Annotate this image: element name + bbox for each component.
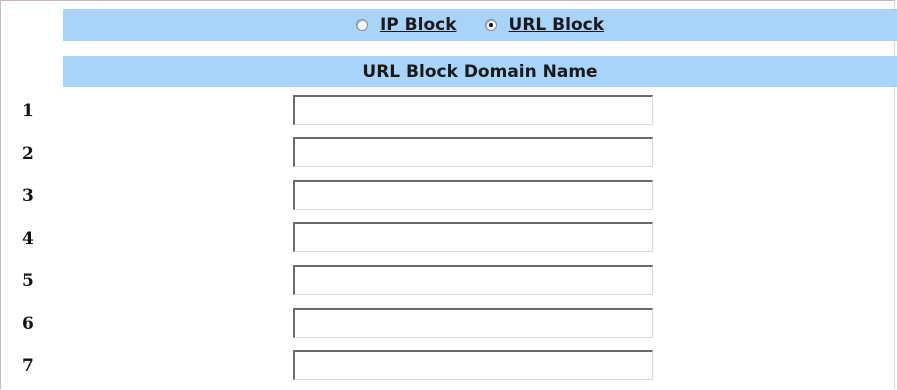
domain-name-input-5[interactable] xyxy=(293,265,653,295)
row-number: 6 xyxy=(22,314,34,334)
ip-block-radio[interactable] xyxy=(355,19,368,31)
domain-name-input-3[interactable] xyxy=(293,180,653,210)
row-number: 2 xyxy=(22,144,34,164)
row-number: 1 xyxy=(22,101,34,121)
domain-name-input-4[interactable] xyxy=(293,222,653,252)
url-block-option[interactable]: URL Block xyxy=(484,15,605,35)
row-number: 3 xyxy=(22,186,34,206)
domain-name-input-1[interactable] xyxy=(293,95,653,125)
row-number: 4 xyxy=(22,229,34,249)
row-number: 5 xyxy=(22,271,34,291)
block-type-bar: IP Block URL Block xyxy=(63,9,897,41)
table-header: URL Block Domain Name xyxy=(63,56,897,87)
domain-name-input-2[interactable] xyxy=(293,137,653,167)
row-number: 7 xyxy=(22,356,34,376)
url-block-label[interactable]: URL Block xyxy=(509,15,605,35)
domain-name-input-7[interactable] xyxy=(293,350,653,380)
ip-block-label[interactable]: IP Block xyxy=(380,15,457,35)
table-header-label: URL Block Domain Name xyxy=(362,61,598,82)
url-block-radio[interactable] xyxy=(484,19,497,31)
ip-block-option[interactable]: IP Block xyxy=(355,15,457,35)
domain-name-input-6[interactable] xyxy=(293,308,653,338)
